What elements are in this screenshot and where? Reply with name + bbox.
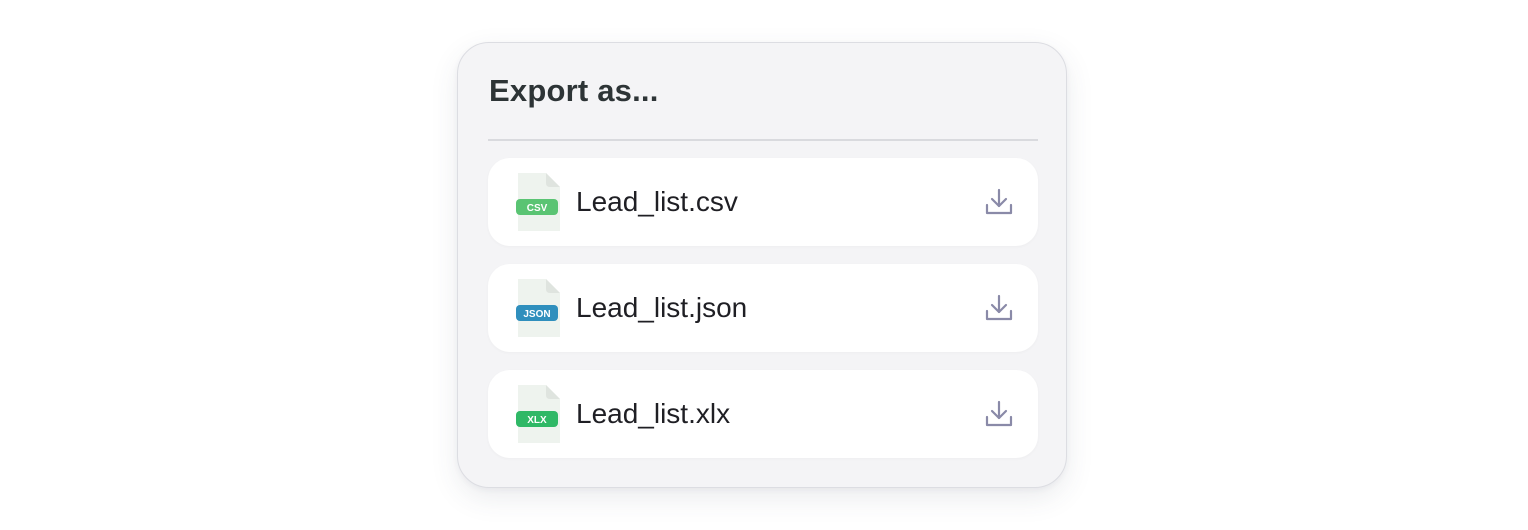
- file-option-csv[interactable]: CSV Lead_list.csv: [488, 158, 1038, 246]
- download-icon[interactable]: [984, 187, 1014, 217]
- xlx-badge-text: XLX: [527, 415, 547, 426]
- export-dialog: Export as... CSV Lead_list.csv JSON Lead…: [457, 42, 1067, 488]
- file-option-json[interactable]: JSON Lead_list.json: [488, 264, 1038, 352]
- xlx-file-icon: XLX: [516, 385, 562, 443]
- csv-file-icon: CSV: [516, 173, 562, 231]
- csv-badge-text: CSV: [527, 203, 548, 214]
- json-file-icon: JSON: [516, 279, 562, 337]
- dialog-title: Export as...: [489, 73, 659, 108]
- file-name: Lead_list.json: [576, 292, 748, 323]
- divider: [488, 139, 1038, 141]
- json-badge-text: JSON: [523, 309, 550, 320]
- file-list: CSV Lead_list.csv JSON Lead_list.json XL…: [488, 158, 1038, 476]
- download-icon[interactable]: [984, 293, 1014, 323]
- download-icon[interactable]: [984, 399, 1014, 429]
- file-option-xlx[interactable]: XLX Lead_list.xlx: [488, 370, 1038, 458]
- file-name: Lead_list.xlx: [576, 398, 731, 429]
- file-name: Lead_list.csv: [576, 186, 738, 217]
